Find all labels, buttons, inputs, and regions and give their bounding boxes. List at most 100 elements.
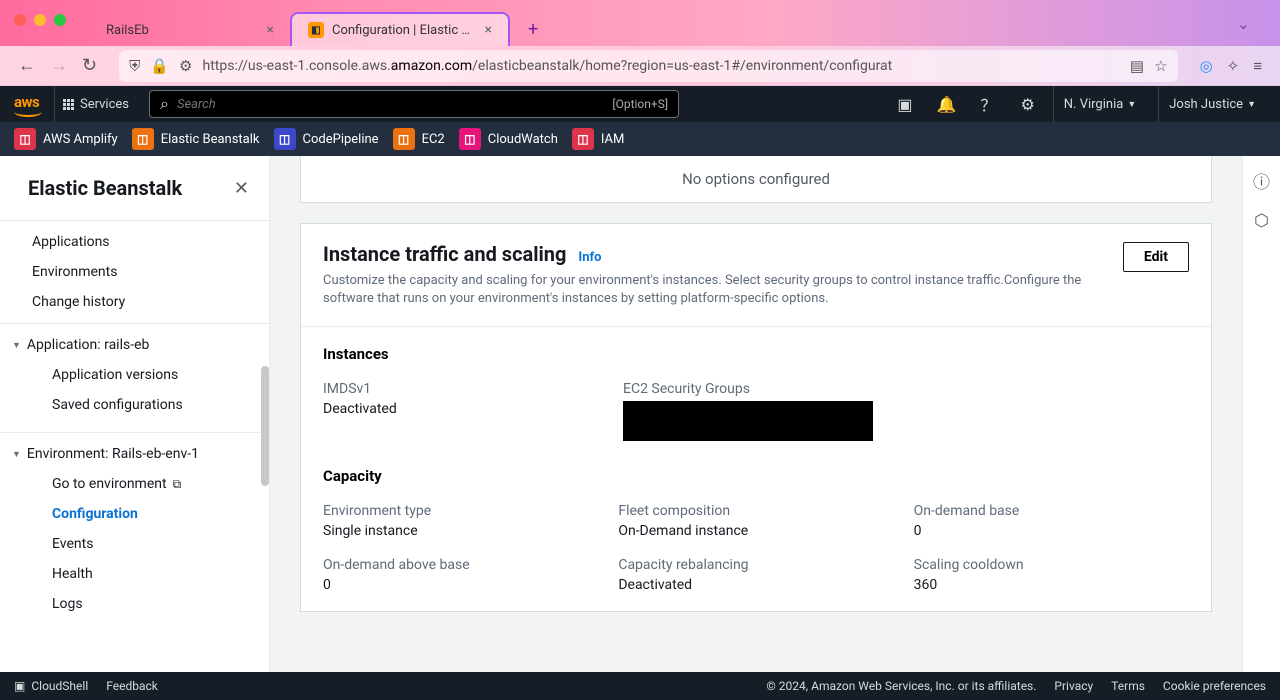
cloudshell-button[interactable]: ▣CloudShell xyxy=(14,679,88,693)
aws-service-shortcuts: ◫AWS Amplify ◫Elastic Beanstalk ◫CodePipel… xyxy=(0,122,1280,156)
external-link-icon: ⧉ xyxy=(173,477,182,492)
kv-value: 360 xyxy=(914,577,1189,593)
browser-tab-active[interactable]: ◧ Configuration | Elastic Beanstalk × xyxy=(290,12,510,46)
notifications-icon[interactable]: 🔔 xyxy=(931,95,963,114)
aws-favicon-icon: ◧ xyxy=(308,22,324,38)
permissions-icon[interactable]: ⚙ xyxy=(179,57,192,75)
search-icon: ⌕ xyxy=(160,94,169,114)
service-shortcut[interactable]: ◫EC2 xyxy=(393,128,445,150)
close-icon[interactable]: × xyxy=(485,22,492,38)
sidebar-sublink[interactable]: Application versions xyxy=(0,360,269,390)
sidebar-section-application[interactable]: ▼ Application: rails-eb xyxy=(0,330,269,360)
bookmark-icon[interactable]: ☆ xyxy=(1154,57,1167,75)
close-window-icon[interactable] xyxy=(14,14,26,26)
maximize-window-icon[interactable] xyxy=(54,14,66,26)
privacy-link[interactable]: Privacy xyxy=(1054,679,1093,693)
kv-value: Deactivated xyxy=(618,577,893,593)
sidebar-sublink[interactable]: Go to environment⧉ xyxy=(0,469,269,499)
help-icon[interactable]: ？ xyxy=(974,92,1002,116)
search-input[interactable] xyxy=(177,97,604,112)
sidebar-link[interactable]: Environments xyxy=(0,257,269,287)
account-menu[interactable]: Josh Justice▼ xyxy=(1158,86,1266,122)
services-menu-button[interactable]: Services xyxy=(54,86,137,122)
instance-traffic-card: Instance traffic and scaling Info Custom… xyxy=(300,223,1212,612)
aws-logo[interactable]: aws xyxy=(14,92,42,117)
menu-icon[interactable]: ≡ xyxy=(1253,57,1262,75)
shield-icon[interactable]: ⛨ xyxy=(129,57,140,75)
scrollbar[interactable] xyxy=(261,366,269,486)
tab-title: Configuration | Elastic Beanstalk xyxy=(332,23,477,38)
kv-label: IMDSv1 xyxy=(323,381,603,397)
capacity-heading: Capacity xyxy=(323,467,1189,485)
service-shortcut[interactable]: ◫AWS Amplify xyxy=(14,128,118,150)
service-icon: ◫ xyxy=(274,128,296,150)
sidebar-link[interactable]: Change history xyxy=(0,287,269,317)
new-tab-button[interactable]: + xyxy=(522,13,544,46)
cookies-link[interactable]: Cookie preferences xyxy=(1163,679,1266,693)
kv-pair: On-demand base 0 xyxy=(914,503,1189,539)
instances-heading: Instances xyxy=(323,345,1189,363)
minimize-window-icon[interactable] xyxy=(34,14,46,26)
kv-value: 0 xyxy=(323,577,598,593)
kv-label: On-demand base xyxy=(914,503,1189,519)
services-label: Services xyxy=(80,97,129,112)
feedback-link[interactable]: Feedback xyxy=(106,679,158,693)
info-link[interactable]: Info xyxy=(578,250,601,265)
kv-value: On-Demand instance xyxy=(618,523,893,539)
service-shortcut[interactable]: ◫CloudWatch xyxy=(459,128,558,150)
sidebar-sublink[interactable]: Logs xyxy=(0,589,269,619)
service-shortcut[interactable]: ◫CodePipeline xyxy=(274,128,379,150)
kv-value: Deactivated xyxy=(323,401,603,417)
edit-button[interactable]: Edit xyxy=(1123,242,1189,272)
reader-icon[interactable]: ▤ xyxy=(1130,57,1144,75)
window-controls xyxy=(14,14,66,26)
kv-pair: EC2 Security Groups xyxy=(623,381,1189,441)
security-icon[interactable]: ⬡ xyxy=(1254,211,1269,231)
terms-link[interactable]: Terms xyxy=(1111,679,1145,693)
cloudshell-icon[interactable]: ▣ xyxy=(891,95,918,114)
kv-label: EC2 Security Groups xyxy=(623,381,1189,397)
service-shortcut[interactable]: ◫IAM xyxy=(572,128,624,150)
tab-title: RailsEb xyxy=(106,23,259,38)
close-sidebar-icon[interactable]: ✕ xyxy=(234,178,249,199)
sidebar-title: Elastic Beanstalk xyxy=(28,176,182,200)
kv-pair: IMDSv1 Deactivated xyxy=(323,381,603,441)
kv-value: 0 xyxy=(914,523,1189,539)
sidebar-section-environment[interactable]: ▼ Environment: Rails-eb-env-1 xyxy=(0,439,269,469)
kv-pair: Fleet composition On-Demand instance xyxy=(618,503,893,539)
lock-icon[interactable]: 🔒 xyxy=(150,57,169,75)
kv-label: Environment type xyxy=(323,503,598,519)
sidebar-sublink[interactable]: Saved configurations xyxy=(0,390,269,420)
kv-pair: On-demand above base 0 xyxy=(323,557,598,593)
grid-icon xyxy=(63,99,74,110)
service-icon: ◫ xyxy=(14,128,36,150)
settings-icon[interactable]: ⚙ xyxy=(1014,95,1040,114)
kv-pair: Capacity rebalancingDeactivated xyxy=(618,557,893,593)
sidebar-sublink[interactable]: Configuration xyxy=(0,499,269,529)
address-bar[interactable]: ⛨ 🔒 ⚙ https://us-east-1.console.aws.amaz… xyxy=(119,50,1177,82)
kv-label: Scaling cooldown xyxy=(914,557,1189,573)
sidebar-sublink[interactable]: Health xyxy=(0,559,269,589)
sidebar-link[interactable]: Applications xyxy=(0,227,269,257)
kv-pair: Environment typeSingle instance xyxy=(323,503,598,539)
redacted-value xyxy=(623,401,873,441)
extensions-icon[interactable]: ✧ xyxy=(1227,57,1240,75)
tabs-dropdown-icon[interactable]: ⌄ xyxy=(1237,14,1250,33)
main-content: No options configured Instance traffic a… xyxy=(270,156,1242,672)
no-options-card: No options configured xyxy=(300,156,1212,203)
forward-button: → xyxy=(50,55,68,76)
reload-button[interactable]: ↻ xyxy=(82,55,97,76)
browser-tab[interactable]: RailsEb × xyxy=(90,14,290,46)
kv-label: Fleet composition xyxy=(618,503,893,519)
aws-search[interactable]: ⌕ [Option+S] xyxy=(149,90,679,118)
close-icon[interactable]: × xyxy=(267,22,274,38)
service-icon: ◫ xyxy=(459,128,481,150)
service-shortcut[interactable]: ◫Elastic Beanstalk xyxy=(132,128,260,150)
service-icon: ◫ xyxy=(132,128,154,150)
back-button[interactable]: ← xyxy=(18,55,36,76)
region-selector[interactable]: N. Virginia▼ xyxy=(1053,86,1146,122)
info-icon[interactable]: ⓘ xyxy=(1253,168,1270,193)
sidebar-sublink[interactable]: Events xyxy=(0,529,269,559)
password-manager-icon[interactable]: ◎ xyxy=(1200,57,1213,75)
kv-label: On-demand above base xyxy=(323,557,598,573)
